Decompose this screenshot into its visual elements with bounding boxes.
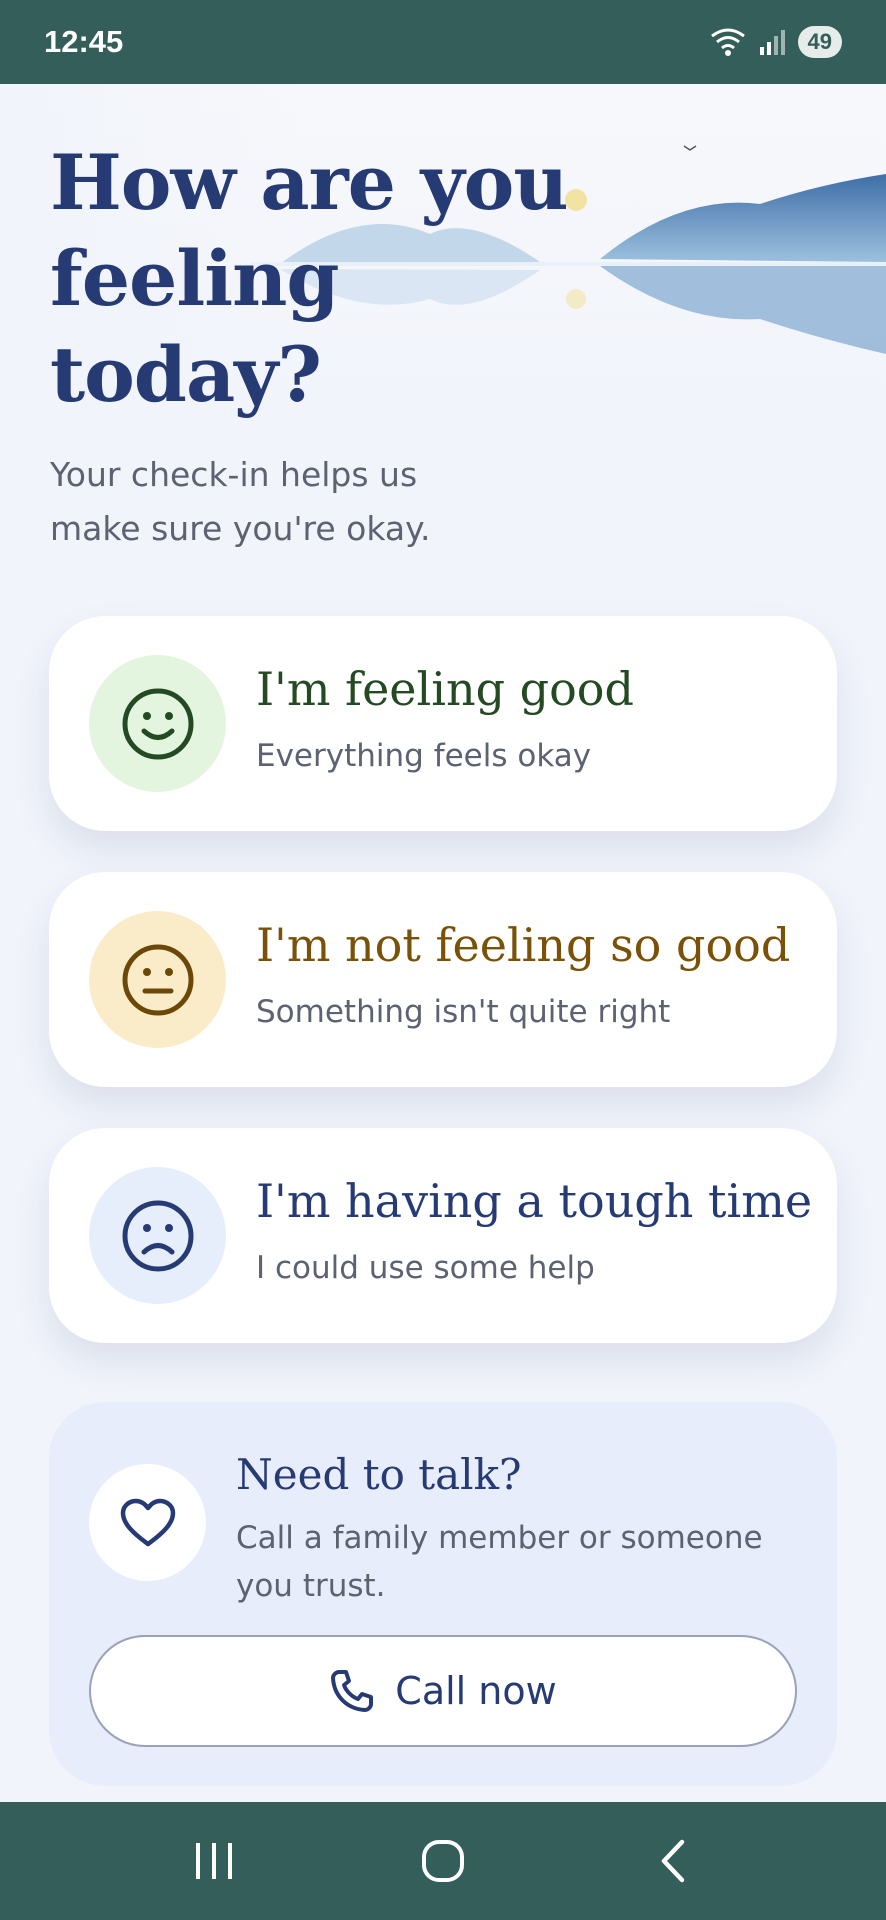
status-bar: 12:45 49	[0, 0, 886, 84]
mood-card-not-good[interactable]: I'm not feeling so good Something isn't …	[49, 872, 837, 1087]
home-icon[interactable]	[388, 1821, 498, 1901]
call-now-label: Call now	[395, 1669, 557, 1713]
heart-icon	[89, 1464, 206, 1581]
status-time: 12:45	[44, 24, 124, 59]
mood-subtitle: I could use some help	[256, 1250, 595, 1286]
mood-card-tough-time[interactable]: I'm having a tough time I could use some…	[49, 1128, 837, 1343]
mood-title: I'm feeling good	[256, 662, 634, 716]
neutral-face-icon	[89, 911, 226, 1048]
sad-face-icon	[89, 1167, 226, 1304]
recent-apps-icon[interactable]	[159, 1821, 269, 1901]
system-nav-bar	[0, 1802, 886, 1920]
mood-subtitle: Everything feels okay	[256, 738, 592, 774]
support-panel: Need to talk? Call a family member or so…	[49, 1402, 837, 1786]
call-now-button[interactable]: Call now	[89, 1635, 797, 1747]
back-icon[interactable]	[617, 1821, 727, 1901]
page-title: How are you feeling today?	[50, 138, 569, 419]
mood-card-good[interactable]: I'm feeling good Everything feels okay	[49, 616, 837, 831]
signal-icon	[759, 30, 785, 55]
phone-icon	[331, 1670, 374, 1712]
mood-title: I'm having a tough time	[256, 1174, 813, 1228]
mood-title: I'm not feeling so good	[256, 918, 791, 972]
wifi-icon	[710, 28, 745, 56]
mood-subtitle: Something isn't quite right	[256, 994, 671, 1030]
status-icons: 49	[708, 26, 842, 58]
page-subtitle: Your check-in helps us make sure you're …	[50, 455, 431, 548]
smile-face-icon	[89, 655, 226, 792]
support-title: Need to talk?	[236, 1450, 522, 1499]
support-text: Call a family member or someone you trus…	[236, 1520, 763, 1604]
battery-icon: 49	[797, 26, 842, 58]
